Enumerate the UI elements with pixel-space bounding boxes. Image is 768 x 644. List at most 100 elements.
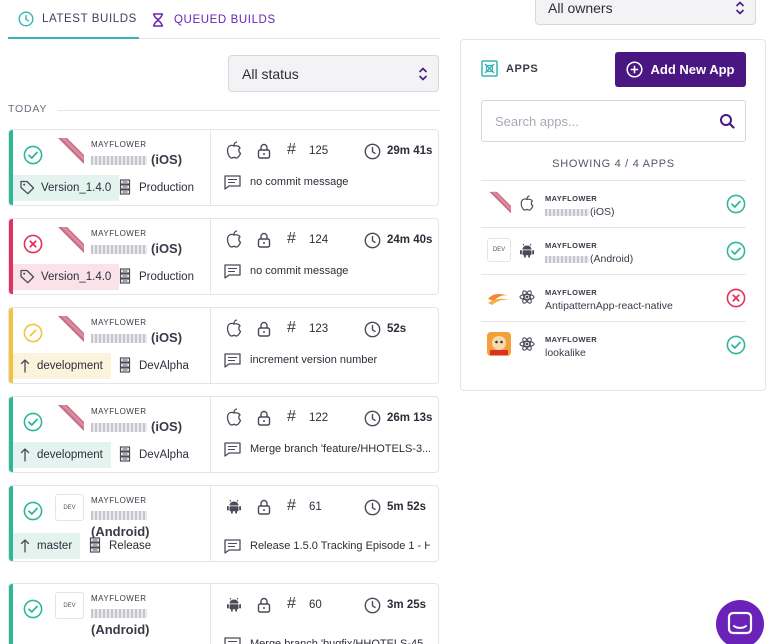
search-apps-field xyxy=(481,100,746,142)
search-icon[interactable] xyxy=(719,113,735,129)
app-thumbnail xyxy=(55,138,84,165)
workflow-label: Release xyxy=(89,533,151,559)
commit-message: increment version number xyxy=(250,354,378,366)
branch-name: Version_1.4.0 xyxy=(41,271,112,283)
build-number: 60 xyxy=(309,599,322,611)
branch-badge[interactable]: Version_1.4.0 xyxy=(13,175,120,201)
status-success-icon xyxy=(23,501,43,521)
obscured-app-name xyxy=(91,334,147,344)
app-thumbnail xyxy=(55,405,84,432)
commit-message: Merge branch 'feature/HHOTELS-3... xyxy=(250,443,430,455)
build-card[interactable]: MAYFLOWER (iOS) Version_1.4.0 Production #12… xyxy=(8,129,439,206)
android-icon xyxy=(226,497,242,515)
app-list-item[interactable]: DEV MAYFLOWER (Android) xyxy=(481,227,746,274)
build-card[interactable]: MAYFLOWER (iOS) Version_1.4.0 Production #12… xyxy=(8,218,439,295)
build-card[interactable]: MAYFLOWER (iOS) development DevAlpha #122 26m… xyxy=(8,396,439,473)
build-number: 124 xyxy=(309,234,329,246)
tag-icon xyxy=(19,268,35,287)
lock-icon xyxy=(257,597,271,613)
app-thumbnail xyxy=(487,332,511,356)
add-new-app-button[interactable]: Add New App xyxy=(615,52,746,87)
apple-icon xyxy=(226,408,242,426)
commit-message-icon xyxy=(224,353,241,368)
search-apps-input[interactable] xyxy=(482,101,745,141)
build-app-name: (iOS) xyxy=(91,152,182,167)
app-list-item[interactable]: MAYFLOWER lookalike xyxy=(481,321,746,368)
app-owner: MAYFLOWER xyxy=(545,194,598,203)
hash-icon: # xyxy=(287,595,296,612)
build-card-summary: MAYFLOWER (iOS) development DevAlpha xyxy=(9,397,211,472)
chat-icon xyxy=(727,611,753,635)
branch-badge[interactable]: Version_1.4.0 xyxy=(13,264,120,290)
status-failed-icon xyxy=(23,234,43,254)
android-icon xyxy=(226,595,242,613)
owner-filter-select[interactable]: All owners xyxy=(535,0,756,25)
app-name: (Android) xyxy=(545,253,633,265)
build-duration: 26m 13s xyxy=(387,412,433,424)
build-owner: MAYFLOWER xyxy=(91,318,147,327)
clock-icon xyxy=(364,597,381,614)
build-tabs: LATEST BUILDS QUEUED BUILDS xyxy=(8,0,440,39)
apps-panel-title: APPS xyxy=(506,63,539,75)
workflow-name: Production xyxy=(139,271,194,283)
build-app-platform-suffix: (iOS) xyxy=(151,419,183,434)
app-thumbnail: DEV xyxy=(55,494,84,521)
app-list-item[interactable]: MAYFLOWER AntipatternApp-react-native xyxy=(481,274,746,321)
app-owner: MAYFLOWER xyxy=(545,335,598,344)
commit-message: no commit message xyxy=(250,265,349,277)
commit-message-icon xyxy=(224,637,241,644)
build-owner: MAYFLOWER xyxy=(91,594,147,603)
apps-icon xyxy=(481,60,498,77)
obscured-app-name xyxy=(545,208,589,216)
app-thumbnail xyxy=(55,316,84,343)
workflow-label: DevAlpha xyxy=(119,353,189,379)
commit-message-icon xyxy=(224,442,241,457)
build-owner: MAYFLOWER xyxy=(91,140,147,149)
lock-icon xyxy=(257,410,271,426)
tab-queued-builds[interactable]: QUEUED BUILDS xyxy=(150,0,276,39)
hash-icon: # xyxy=(287,408,296,425)
clock-icon xyxy=(364,143,381,160)
workflow-icon xyxy=(119,267,131,287)
branch-badge[interactable]: master xyxy=(13,533,81,559)
status-filter-select[interactable]: All status xyxy=(228,55,439,92)
apps-panel: APPS Add New App SHOWING 4 / 4 APPS MAYF… xyxy=(460,39,766,391)
build-card-summary: MAYFLOWER (iOS) Version_1.4.0 Production xyxy=(9,219,211,294)
branch-badge[interactable]: development xyxy=(13,442,111,468)
build-owner: MAYFLOWER xyxy=(91,496,147,505)
build-app-name: (iOS) xyxy=(91,419,182,434)
lock-icon xyxy=(257,499,271,515)
workflow-name: Production xyxy=(139,182,194,194)
workflow-label: Production xyxy=(119,175,194,201)
lock-icon xyxy=(257,143,271,159)
apple-icon xyxy=(226,230,242,248)
build-app-name: (iOS) xyxy=(91,241,182,256)
status-aborted-icon xyxy=(23,323,43,343)
build-number: 61 xyxy=(309,501,322,513)
build-card[interactable]: DEV MAYFLOWER (Android) #60 3m 25s Merge bran… xyxy=(8,583,439,644)
branch-name: Version_1.4.0 xyxy=(41,182,112,194)
workflow-icon xyxy=(119,445,131,465)
android-icon xyxy=(519,242,535,258)
react-icon xyxy=(519,289,535,305)
chat-support-button[interactable] xyxy=(716,600,764,644)
branch-badge[interactable]: development xyxy=(13,353,111,379)
build-card[interactable]: MAYFLOWER (iOS) development DevAlpha #123 52s… xyxy=(8,307,439,384)
build-card-summary: DEV MAYFLOWER (Android) master Release xyxy=(9,486,211,561)
chevron-up-down-icon xyxy=(735,1,745,15)
build-duration: 52s xyxy=(387,323,407,335)
tag-icon xyxy=(19,179,35,198)
workflow-icon xyxy=(119,178,131,198)
app-list-item[interactable]: MAYFLOWER (iOS) xyxy=(481,180,746,227)
tab-latest-builds[interactable]: LATEST BUILDS xyxy=(8,0,139,39)
app-owner: MAYFLOWER xyxy=(545,288,598,297)
tab-latest-label: LATEST BUILDS xyxy=(42,12,137,25)
app-thumbnail: DEV xyxy=(487,238,511,262)
build-number: 125 xyxy=(309,145,329,157)
build-card-summary: DEV MAYFLOWER (Android) xyxy=(9,584,211,644)
status-success-icon xyxy=(23,599,43,619)
tab-queued-label: QUEUED BUILDS xyxy=(174,13,276,26)
app-name-text: AntipatternApp-react-native xyxy=(545,300,673,312)
build-card[interactable]: DEV MAYFLOWER (Android) master Release #61 5m … xyxy=(8,485,439,562)
commit-message: Release 1.5.0 Tracking Episode 1 - H... xyxy=(250,540,430,552)
